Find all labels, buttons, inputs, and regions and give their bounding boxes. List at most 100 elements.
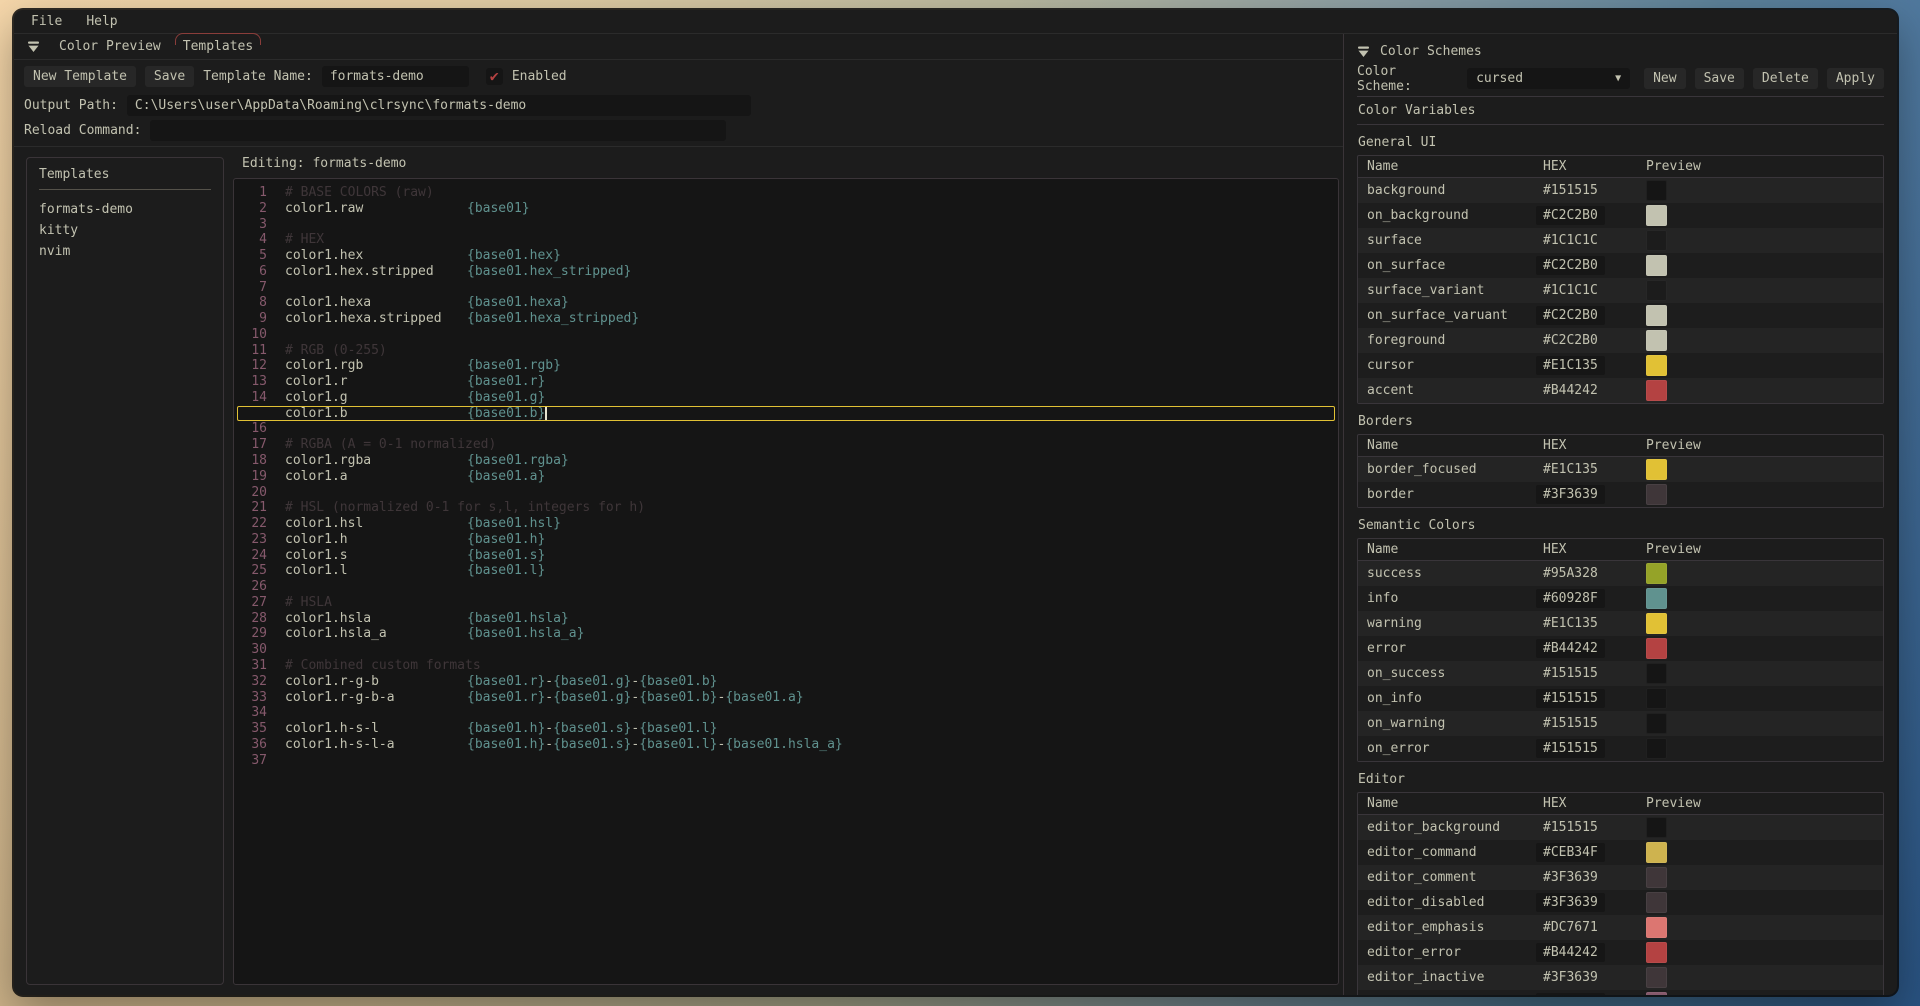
- color-preview-swatch[interactable]: [1646, 484, 1667, 505]
- color-preview-swatch[interactable]: [1646, 563, 1667, 584]
- hex-value-field[interactable]: #3F3639: [1536, 485, 1605, 504]
- hex-value-field[interactable]: #151515: [1543, 820, 1598, 835]
- menu-item-help[interactable]: Help: [86, 14, 117, 29]
- code-line: 31# Combined custom formats: [237, 658, 1335, 674]
- scheme-apply-button[interactable]: Apply: [1827, 68, 1884, 89]
- output-path-input[interactable]: [127, 95, 751, 116]
- hex-value-field[interactable]: #E1C135: [1543, 462, 1598, 477]
- scheme-delete-button[interactable]: Delete: [1753, 68, 1818, 89]
- templates-content: Templates formats-demokittynvim Editing:…: [14, 147, 1343, 995]
- color-preview-swatch[interactable]: [1646, 205, 1667, 226]
- line-number: 30: [241, 642, 267, 658]
- hex-value-field[interactable]: #151515: [1536, 689, 1605, 708]
- hex-value-field[interactable]: #151515: [1543, 666, 1598, 681]
- template-list-item[interactable]: kitty: [39, 220, 211, 241]
- hex-value-field[interactable]: #151515: [1543, 716, 1598, 731]
- hex-value-field[interactable]: #C2C2B0: [1536, 206, 1605, 225]
- table-row: surface_variant#1C1C1C: [1358, 278, 1883, 303]
- hex-value-field[interactable]: #C2C2B0: [1536, 256, 1605, 275]
- color-preview-swatch[interactable]: [1646, 380, 1667, 401]
- line-number: 24: [241, 548, 267, 564]
- hex-value-field[interactable]: #151515: [1536, 739, 1605, 758]
- template-list-item[interactable]: nvim: [39, 241, 211, 262]
- line-number: 27: [241, 595, 267, 611]
- color-preview-swatch[interactable]: [1646, 180, 1667, 201]
- code-segment-ident: color1.g: [285, 390, 467, 406]
- code-line: 6color1.hex.stripped{base01.hex_stripped…: [237, 264, 1335, 280]
- color-scheme-dropdown[interactable]: cursed ▼: [1467, 68, 1630, 89]
- templates-list: formats-demokittynvim: [39, 199, 211, 262]
- line-number: 25: [241, 563, 267, 579]
- color-preview-swatch[interactable]: [1646, 992, 1667, 995]
- hex-value-field[interactable]: #E1C135: [1543, 616, 1598, 631]
- code-segment-placeholder: {base01.s}: [467, 548, 545, 564]
- color-preview-swatch[interactable]: [1646, 738, 1667, 759]
- save-template-button[interactable]: Save: [145, 66, 194, 87]
- tab-templates[interactable]: Templates: [180, 38, 256, 55]
- color-preview-swatch[interactable]: [1646, 892, 1667, 913]
- color-name: cursor: [1367, 358, 1543, 373]
- hex-value-field[interactable]: #3F3639: [1543, 870, 1598, 885]
- table-row: editor_emphasis#DC7671: [1358, 915, 1883, 940]
- color-preview-swatch[interactable]: [1646, 280, 1667, 301]
- hex-value-field[interactable]: #B44242: [1536, 639, 1605, 658]
- code-segment-ident: color1.l: [285, 563, 467, 579]
- color-preview-swatch[interactable]: [1646, 942, 1667, 963]
- color-preview-swatch[interactable]: [1646, 842, 1667, 863]
- enabled-checkbox[interactable]: ✔: [486, 68, 503, 85]
- color-preview-swatch[interactable]: [1646, 355, 1667, 376]
- color-preview-swatch[interactable]: [1646, 230, 1667, 251]
- scheme-save-button[interactable]: Save: [1695, 68, 1744, 89]
- hex-value-field[interactable]: #DC7671: [1543, 920, 1598, 935]
- hex-value-field[interactable]: #CEB34F: [1536, 843, 1605, 862]
- hex-value-field[interactable]: #3F3639: [1543, 970, 1598, 985]
- hex-value-field[interactable]: #86596C: [1536, 993, 1605, 995]
- hex-value-field[interactable]: #C2C2B0: [1543, 333, 1598, 348]
- table-row: cursor#E1C135: [1358, 353, 1883, 378]
- hex-value-field[interactable]: #95A328: [1543, 566, 1598, 581]
- color-preview-swatch[interactable]: [1646, 305, 1667, 326]
- text-cursor: [545, 407, 547, 420]
- color-preview-swatch[interactable]: [1646, 967, 1667, 988]
- collapse-down-icon[interactable]: [27, 40, 40, 53]
- tab-color-preview[interactable]: Color Preview: [56, 38, 164, 55]
- color-preview-swatch[interactable]: [1646, 588, 1667, 609]
- hex-value-field[interactable]: #C2C2B0: [1536, 306, 1605, 325]
- new-template-button[interactable]: New Template: [24, 66, 136, 87]
- hex-value-field[interactable]: #60928F: [1536, 589, 1605, 608]
- code-segment-placeholder: {base01.h}: [467, 721, 545, 737]
- color-preview-swatch[interactable]: [1646, 817, 1667, 838]
- color-preview-swatch[interactable]: [1646, 713, 1667, 734]
- line-number: 9: [241, 311, 267, 327]
- color-preview-swatch[interactable]: [1646, 688, 1667, 709]
- hex-value-field[interactable]: #1C1C1C: [1543, 283, 1598, 298]
- menu-item-file[interactable]: File: [31, 14, 62, 29]
- code-line: 32color1.r-g-b{base01.r}-{base01.g}-{bas…: [237, 674, 1335, 690]
- hex-value-field[interactable]: #E1C135: [1536, 356, 1605, 375]
- hex-value-field[interactable]: #B44242: [1543, 383, 1598, 398]
- color-schemes-header[interactable]: Color Schemes: [1357, 39, 1884, 63]
- hex-value-field[interactable]: #151515: [1543, 183, 1598, 198]
- hex-value-field[interactable]: #3F3639: [1536, 893, 1605, 912]
- color-preview-swatch[interactable]: [1646, 638, 1667, 659]
- color-preview-swatch[interactable]: [1646, 330, 1667, 351]
- reload-command-input[interactable]: [150, 120, 726, 141]
- scheme-new-button[interactable]: New: [1644, 68, 1685, 89]
- code-line: 7: [237, 280, 1335, 296]
- template-list-item[interactable]: formats-demo: [39, 199, 211, 220]
- code-segment-placeholder: {base01.r}: [467, 374, 545, 390]
- hex-value-field[interactable]: #1C1C1C: [1543, 233, 1598, 248]
- color-preview-swatch[interactable]: [1646, 459, 1667, 480]
- collapse-down-icon[interactable]: [1357, 45, 1370, 58]
- template-name-input[interactable]: [322, 66, 469, 87]
- color-preview-swatch[interactable]: [1646, 917, 1667, 938]
- code-segment-placeholder: {base01.a}: [725, 690, 803, 706]
- hex-value-field[interactable]: #B44242: [1536, 943, 1605, 962]
- code-segment-text: -: [545, 690, 553, 706]
- code-segment-placeholder: {base01.h}: [467, 737, 545, 753]
- color-preview-swatch[interactable]: [1646, 613, 1667, 634]
- color-preview-swatch[interactable]: [1646, 867, 1667, 888]
- template-code-editor[interactable]: 1# BASE COLORS (raw)2color1.raw{base01}3…: [233, 178, 1339, 985]
- color-preview-swatch[interactable]: [1646, 255, 1667, 276]
- color-preview-swatch[interactable]: [1646, 663, 1667, 684]
